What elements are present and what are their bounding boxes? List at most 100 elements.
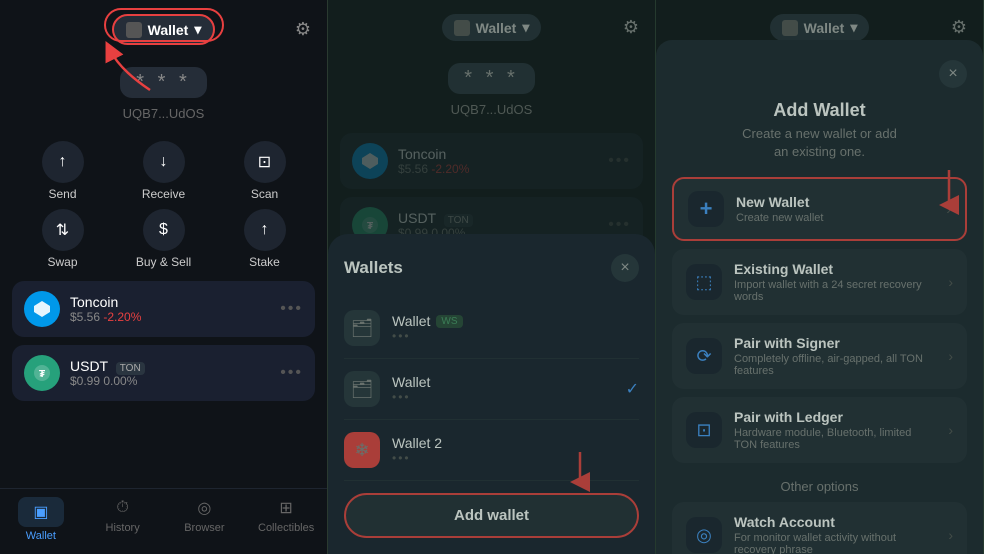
toncoin-more-icon[interactable]: ••• xyxy=(280,300,303,318)
toncoin-name: Toncoin xyxy=(70,294,270,310)
pair-ledger-info: Pair with Ledger Hardware module, Blueto… xyxy=(734,409,936,451)
panel2-chevron-icon: ▾ xyxy=(522,19,529,36)
stake-icon: ↑ xyxy=(244,209,286,251)
balance-stars: * * * xyxy=(120,67,206,98)
panel2-wallet-button[interactable]: Wallet ▾ xyxy=(442,14,542,41)
panel2-wallet-icon xyxy=(454,20,470,36)
ws-badge: WS xyxy=(436,315,462,328)
nav-wallet-icon: ▣ xyxy=(30,501,52,523)
pair-ledger-chevron: › xyxy=(948,422,953,438)
wallet-label: Wallet xyxy=(148,22,189,38)
wallet-list-info-1: Wallet WS ••• xyxy=(392,313,639,343)
swap-label: Swap xyxy=(47,255,77,269)
wallet-list-item-1[interactable]: 🗂 Wallet WS ••• xyxy=(344,298,639,359)
pair-ledger-title: Pair with Ledger xyxy=(734,409,936,425)
usdt-name: USDT TON xyxy=(70,358,270,374)
toncoin-change: -2.20% xyxy=(103,310,141,324)
watch-account-chevron: › xyxy=(948,527,953,543)
panel2-toncoin: Toncoin $5.56 -2.20% ••• xyxy=(340,133,643,189)
token-list: Toncoin $5.56 -2.20% ••• ₮ USDT TON $0.9… xyxy=(0,281,327,488)
settings-gear-button[interactable]: ⚙ xyxy=(295,19,311,40)
overlay-title: Wallets xyxy=(344,258,403,278)
bottom-navigation: ▣ Wallet ⏱ History ◎ Browser ⊞ Collectib… xyxy=(0,488,327,554)
other-options-label: Other options xyxy=(672,471,967,502)
wallet-icon xyxy=(126,22,142,38)
wallet-dropdown-button[interactable]: Wallet ▾ xyxy=(112,14,216,45)
overlay-close-button[interactable]: × xyxy=(611,254,639,282)
usdt-token-item[interactable]: ₮ USDT TON $0.99 0.00% ••• xyxy=(12,345,315,401)
receive-button[interactable]: ↓ Receive xyxy=(117,141,210,201)
watch-account-option[interactable]: ◎ Watch Account For monitor wallet activ… xyxy=(672,502,967,554)
modal-subtitle: Create a new wallet or addan existing on… xyxy=(672,125,967,161)
new-wallet-chevron: › xyxy=(946,201,951,217)
buy-sell-button[interactable]: $ Buy & Sell xyxy=(117,209,210,269)
panel3-settings-button[interactable]: ⚙ xyxy=(951,17,967,38)
toncoin-icon xyxy=(24,291,60,327)
wallets-overlay-panel: Wallets × 🗂 Wallet WS ••• 🗂 Wallet ••• ✓… xyxy=(328,234,655,554)
wallet-list-icon-1: 🗂 xyxy=(344,310,380,346)
existing-wallet-option[interactable]: ⬚ Existing Wallet Import wallet with a 2… xyxy=(672,249,967,315)
overlay-header: Wallets × xyxy=(344,254,639,282)
add-wallet-button[interactable]: Add wallet xyxy=(344,493,639,538)
panel-main-wallet: Wallet ▾ ⚙ * * * UQB7...UdOS ↑ Send ↓ Re… xyxy=(0,0,328,554)
new-wallet-option[interactable]: + New Wallet Create new wallet › xyxy=(672,177,967,241)
modal-close-button[interactable]: × xyxy=(939,60,967,88)
watch-account-icon: ◎ xyxy=(686,517,722,553)
pair-signer-chevron: › xyxy=(948,348,953,364)
wallet-list-icon-2: 🗂 xyxy=(344,371,380,407)
pair-signer-option[interactable]: ⟳ Pair with Signer Completely offline, a… xyxy=(672,323,967,389)
pair-signer-desc: Completely offline, air-gapped, all TON … xyxy=(734,353,936,377)
nav-collectibles-label: Collectibles xyxy=(258,522,314,534)
pair-ledger-option[interactable]: ⊡ Pair with Ledger Hardware module, Blue… xyxy=(672,397,967,463)
balance-area: * * * UQB7...UdOS xyxy=(0,59,327,137)
nav-collectibles[interactable]: ⊞ Collectibles xyxy=(256,497,316,542)
pair-signer-title: Pair with Signer xyxy=(734,335,936,351)
pair-signer-icon: ⟳ xyxy=(686,338,722,374)
receive-label: Receive xyxy=(142,187,185,201)
nav-collectibles-icon: ⊞ xyxy=(275,497,297,519)
nav-browser-label: Browser xyxy=(184,522,224,534)
panel2-toncoin-icon xyxy=(352,143,388,179)
receive-icon: ↓ xyxy=(143,141,185,183)
wallet-list-item-2[interactable]: 🗂 Wallet ••• ✓ xyxy=(344,359,639,420)
usdt-price: $0.99 0.00% xyxy=(70,374,270,388)
toncoin-price: $5.56 -2.20% xyxy=(70,310,270,324)
send-label: Send xyxy=(48,187,76,201)
panel2-settings-button[interactable]: ⚙ xyxy=(623,17,639,38)
pair-signer-info: Pair with Signer Completely offline, air… xyxy=(734,335,936,377)
scan-button[interactable]: ⊡ Scan xyxy=(218,141,311,201)
wallet-list-icon-3: ❄ xyxy=(344,432,380,468)
watch-account-info: Watch Account For monitor wallet activit… xyxy=(734,514,936,554)
new-wallet-info: New Wallet Create new wallet xyxy=(736,194,934,224)
toncoin-token-item[interactable]: Toncoin $5.56 -2.20% ••• xyxy=(12,281,315,337)
wallet-list-item-3[interactable]: ❄ Wallet 2 ••• xyxy=(344,420,639,481)
panel3-wallet-label: Wallet xyxy=(804,20,845,36)
toncoin-info: Toncoin $5.56 -2.20% xyxy=(70,294,270,324)
usdt-more-icon[interactable]: ••• xyxy=(280,364,303,382)
nav-wallet[interactable]: ▣ Wallet xyxy=(11,497,71,542)
panel3-chevron-icon: ▾ xyxy=(850,19,857,36)
chevron-down-icon: ▾ xyxy=(194,21,201,38)
new-wallet-icon: + xyxy=(688,191,724,227)
swap-button[interactable]: ⇅ Swap xyxy=(16,209,109,269)
send-button[interactable]: ↑ Send xyxy=(16,141,109,201)
stake-button[interactable]: ↑ Stake xyxy=(218,209,311,269)
send-icon: ↑ xyxy=(42,141,84,183)
nav-history-label: History xyxy=(106,522,140,534)
scan-label: Scan xyxy=(251,187,278,201)
nav-wallet-bg: ▣ xyxy=(18,497,64,527)
nav-browser[interactable]: ◎ Browser xyxy=(174,497,234,542)
modal-header: × xyxy=(672,60,967,88)
panel3-wallet-button[interactable]: Wallet ▾ xyxy=(770,14,870,41)
scan-icon: ⊡ xyxy=(244,141,286,183)
wallet-list-info-3: Wallet 2 ••• xyxy=(392,435,639,465)
pair-ledger-icon: ⊡ xyxy=(686,412,722,448)
nav-history[interactable]: ⏱ History xyxy=(93,497,153,542)
panel3-wallet-icon xyxy=(782,20,798,36)
stake-label: Stake xyxy=(249,255,280,269)
wallet-address: UQB7...UdOS xyxy=(123,106,205,121)
panel2-wallet-address: UQB7...UdOS xyxy=(451,102,533,117)
existing-wallet-chevron: › xyxy=(948,274,953,290)
svg-text:₮: ₮ xyxy=(367,221,373,232)
existing-wallet-icon: ⬚ xyxy=(686,264,722,300)
